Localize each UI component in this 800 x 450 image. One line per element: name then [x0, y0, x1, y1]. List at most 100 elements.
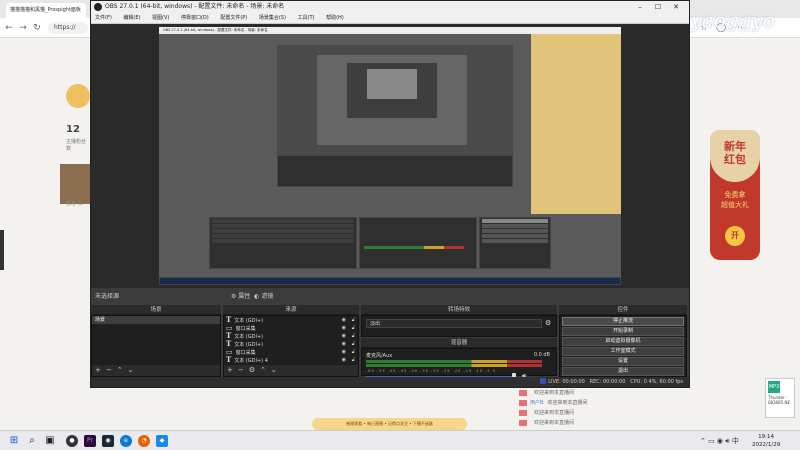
menu-profile[interactable]: 配置文件(P) [220, 15, 247, 21]
source-item[interactable]: T 文本 (GDI+) ◉ 🔓︎ [224, 316, 358, 325]
system-tray[interactable]: ⌃ ▭ ◉ 🔊︎ 中 [700, 436, 739, 446]
menu-edit[interactable]: 编辑(E) [123, 15, 140, 21]
properties-button[interactable]: ⚙ 属性 [231, 293, 250, 300]
source-item[interactable]: T 文本 (GDI+) ◉ 🔓︎ [224, 332, 358, 341]
nested-preview-4 [367, 69, 417, 99]
menu-tools[interactable]: 工具(T) [298, 15, 315, 21]
maximize-icon[interactable]: ☐ [649, 1, 667, 13]
red-packet-sub-line2: 超值大礼 [721, 201, 749, 209]
browser-tab[interactable]: 猫猫猫猫和黑猫_Prospight面板 [6, 3, 86, 18]
mixer-channel-label: 麦克风/Aux [366, 353, 393, 359]
eye-icon[interactable]: ◉ [342, 332, 346, 340]
remove-icon[interactable]: − [238, 366, 244, 374]
media-notification[interactable]: MP3 Thunder - 083085.NE [765, 378, 795, 418]
nested-preview [277, 45, 513, 187]
stream-thumbnail[interactable] [60, 164, 90, 204]
nested-preview-3 [347, 63, 437, 118]
menu-scene-collection[interactable]: 场景集合(S) [259, 15, 286, 21]
gear-icon[interactable]: ⚙ [545, 319, 554, 328]
lock-icon[interactable]: 🔓︎ [352, 340, 355, 348]
nested-titlebar: OBS 27.0.1 (64-bit, windows) - 配置文件: 未命名… [159, 27, 621, 34]
red-packet-title-line2: 红包 [724, 153, 746, 166]
gear-icon[interactable]: ⚙ [249, 366, 255, 374]
source-toolbar: 未选择源 ⚙ 属性 ◐ 滤镜 [91, 290, 689, 304]
lock-icon[interactable]: 🔓︎ [352, 348, 355, 356]
obs-title: OBS 27.0.1 (64-bit, windows) - 配置文件: 未命名… [105, 3, 285, 10]
scene-item[interactable]: 场景 [92, 316, 220, 324]
follow-count: 12 [66, 124, 80, 135]
red-packet-title: 新年 红包 [710, 130, 760, 182]
eye-icon[interactable]: ◉ [342, 340, 346, 348]
stop-streaming-button[interactable]: 停止推流 [562, 317, 684, 326]
back-icon[interactable]: ← [4, 23, 14, 33]
search-icon[interactable]: ⌕ [26, 435, 38, 447]
refresh-icon[interactable]: ↻ [32, 23, 42, 33]
nested-btn [482, 219, 548, 223]
menu-file[interactable]: 文件(F) [95, 15, 112, 21]
firefox-icon[interactable]: ◔ [138, 435, 150, 447]
eye-icon[interactable]: ◉ [342, 356, 346, 364]
steam-icon[interactable]: ◉ [102, 435, 114, 447]
transitions-dock: 淡出 ⚙ [361, 315, 557, 337]
live-status: LIVE: 00:00:00 [548, 379, 585, 385]
lock-icon[interactable]: 🔓︎ [352, 324, 355, 332]
taskbar: ⊞ ⌕ ▣ ● Pr ◉ e ◔ ◆ ⌃ ▭ ◉ 🔊︎ 中 19:14 2022… [0, 430, 800, 450]
add-icon[interactable]: + [95, 366, 101, 374]
side-handle[interactable] [0, 230, 4, 270]
source-item[interactable]: ▭ 窗口采集 ◉ 🔓︎ [224, 324, 358, 333]
menu-docks[interactable]: 停靠窗口(D) [181, 15, 209, 21]
forward-icon[interactable]: → [18, 23, 28, 33]
eye-icon[interactable]: ◉ [342, 324, 346, 332]
lock-icon[interactable]: 🔓︎ [352, 356, 355, 364]
add-icon[interactable]: + [227, 366, 233, 374]
start-recording-button[interactable]: 开始录制 [562, 327, 684, 336]
red-packet-title-line1: 新年 [724, 140, 746, 153]
exit-button[interactable]: 退出 [562, 367, 684, 376]
menu-view[interactable]: 视图(V) [152, 15, 169, 21]
down-icon[interactable]: ⌄ [128, 366, 134, 374]
scenes-dock: 场景 + − ⌃ ⌄ [91, 315, 221, 377]
window-controls: – ☐ ✕ [631, 1, 685, 13]
obs-window: OBS 27.0.1 (64-bit, windows) - 配置文件: 未命名… [90, 0, 690, 388]
transition-select[interactable]: 淡出 [366, 319, 542, 328]
task-view-icon[interactable]: ▣ [44, 435, 56, 447]
preview-canvas[interactable]: OBS 27.0.1 (64-bit, windows) - 配置文件: 未命名… [91, 24, 689, 300]
menu-help[interactable]: 帮助(H) [326, 15, 344, 21]
media-line2: 083085.NE [768, 400, 791, 405]
edge-icon[interactable]: e [120, 435, 132, 447]
nested-promo [531, 34, 621, 214]
nested-taskbar [159, 277, 621, 285]
app-icon[interactable]: ◆ [156, 435, 168, 447]
settings-button[interactable]: 设置 [562, 357, 684, 366]
premiere-icon[interactable]: Pr [84, 435, 96, 447]
scenes-footer: + − ⌃ ⌄ [92, 365, 220, 376]
lock-icon[interactable]: 🔓︎ [352, 316, 355, 324]
chat-user[interactable]: 用户B [530, 400, 543, 406]
red-packet-promo[interactable]: 新年 红包 免费拿 超值大礼 开 [710, 130, 760, 260]
source-item[interactable]: ▭ 窗口采集 ◉ 🔓︎ [224, 348, 358, 357]
eye-icon[interactable]: ◉ [342, 348, 346, 356]
minimize-icon[interactable]: – [631, 1, 649, 13]
status-bar: LIVE: 00:00:00 REC: 00:00:00 CPU: 0.4%, … [91, 377, 689, 387]
studio-mode-button[interactable]: 工作室模式 [562, 347, 684, 356]
windows-icon[interactable]: ⊞ [8, 435, 20, 447]
red-packet-open-button[interactable]: 开 [725, 226, 745, 246]
filters-button[interactable]: ◐ 滤镜 [252, 293, 273, 300]
lock-icon[interactable]: 🔓︎ [352, 332, 355, 340]
nested-btn [482, 229, 548, 233]
remove-icon[interactable]: − [106, 366, 112, 374]
source-item[interactable]: T 文本 (GDI+) ◉ 🔓︎ [224, 340, 358, 349]
url-input[interactable]: https:// [48, 22, 88, 34]
down-icon[interactable]: ⌄ [271, 366, 277, 374]
chat-line: 欢迎来到本直播间 [519, 418, 574, 428]
up-icon[interactable]: ⌃ [117, 366, 123, 374]
mixer-dock: 麦克风/Aux 0.0 dB -60 -55 -50 -45 -40 -35 -… [361, 348, 557, 381]
source-item[interactable]: T 文本 (GDI+) 4 ◉ 🔓︎ [224, 356, 358, 365]
obs-icon[interactable]: ● [66, 435, 78, 447]
sources-dock: T 文本 (GDI+) ◉ 🔓︎ ▭ 窗口采集 ◉ 🔓︎ T 文本 (GDI+) ◉ 🔓︎ T 文本… [223, 315, 359, 377]
clock[interactable]: 19:14 2022/1/29 [752, 433, 780, 449]
close-icon[interactable]: ✕ [667, 1, 685, 13]
up-icon[interactable]: ⌃ [260, 366, 266, 374]
virtual-camera-button[interactable]: 启动虚拟摄像机 [562, 337, 684, 346]
eye-icon[interactable]: ◉ [342, 316, 346, 324]
